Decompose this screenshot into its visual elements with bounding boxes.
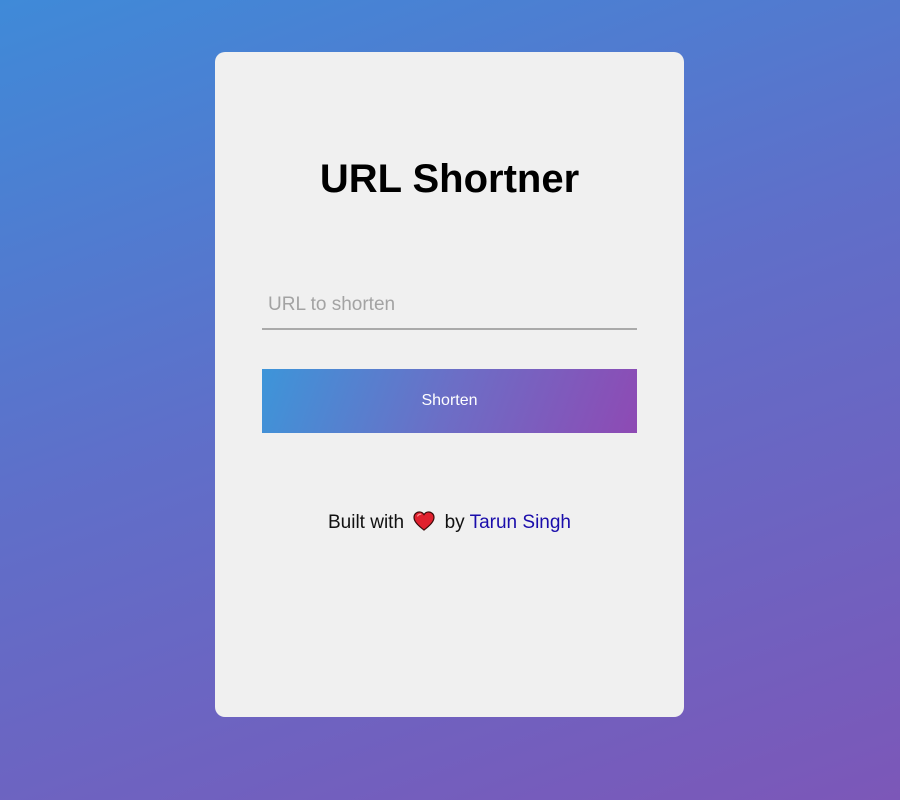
- footer-by-text: by: [444, 512, 465, 533]
- page-title: URL Shortner: [319, 157, 580, 201]
- shortener-card: URL Shortner Shorten Built with by Tarun…: [215, 52, 684, 717]
- author-link[interactable]: Tarun Singh: [470, 512, 571, 533]
- footer-prefix-text: Built with: [327, 512, 405, 533]
- shorten-button[interactable]: Shorten: [262, 369, 637, 433]
- footer-credit: Built with by Tarun Singh: [215, 511, 684, 538]
- heart-icon: [413, 511, 435, 538]
- url-input[interactable]: [262, 282, 637, 330]
